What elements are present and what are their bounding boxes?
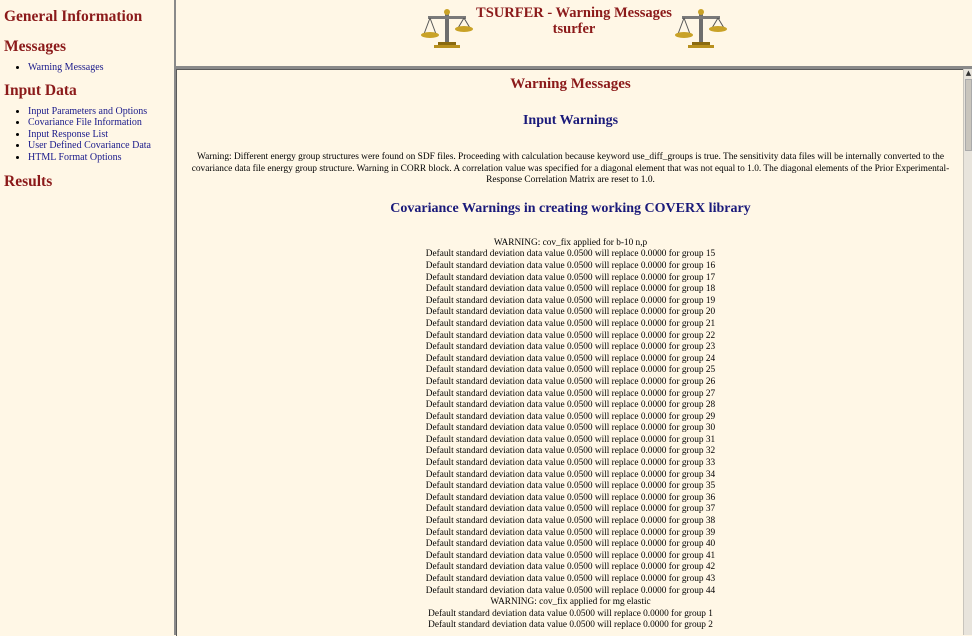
warning-line: Default standard deviation data value 0.…: [425, 342, 716, 353]
warning-line: Default standard deviation data value 0.…: [425, 400, 716, 411]
warning-line: Default standard deviation data value 0.…: [425, 318, 716, 329]
input-data-list: Input Parameters and Options Covariance …: [0, 106, 174, 164]
warning-line: Default standard deviation data value 0.…: [425, 353, 716, 364]
covariance-file-link[interactable]: Covariance File Information: [28, 117, 142, 128]
list-item: Input Parameters and Options: [28, 106, 174, 118]
header-subtitle: tsurfer: [552, 20, 596, 37]
input-warning-text: Warning: Different energy group structur…: [191, 152, 950, 186]
scroll-up-arrow-icon[interactable]: ▲: [964, 69, 972, 78]
warning-line: Default standard deviation data value 0.…: [425, 527, 716, 538]
messages-list: Warning Messages: [0, 62, 174, 74]
warning-line: Default standard deviation data value 0.…: [425, 365, 716, 376]
warning-line: Default standard deviation data value 0.…: [425, 307, 716, 318]
warning-line: Default standard deviation data value 0.…: [425, 249, 716, 260]
input-data-heading: Input Data: [4, 81, 77, 99]
warning-line: Default standard deviation data value 0.…: [425, 574, 716, 584]
warning-line: Default standard deviation data value 0.…: [425, 516, 716, 527]
input-warnings-title: Input Warnings: [522, 113, 619, 128]
scales-of-justice-icon: [675, 9, 727, 48]
warning-line: Default standard deviation data value 0.…: [425, 481, 716, 492]
list-item: Input Response List: [28, 129, 174, 141]
warning-line: Default standard deviation data value 0.…: [425, 295, 716, 306]
scrollbar-thumb[interactable]: [965, 79, 972, 151]
page-title: Warning Messages: [510, 76, 631, 92]
warning-line: Default standard deviation data value 0.…: [425, 446, 716, 457]
warning-line: Default standard deviation data value 0.…: [425, 458, 716, 469]
list-item: Covariance File Information: [28, 117, 174, 129]
warning-line: Default standard deviation data value 0.…: [425, 260, 716, 271]
list-item: HTML Format Options: [28, 152, 174, 164]
input-parameters-link[interactable]: Input Parameters and Options: [28, 106, 147, 117]
warning-line: Default standard deviation data value 0.…: [425, 272, 716, 283]
header-title: TSURFER - Warning Messages: [476, 5, 672, 21]
header-frame: TSURFER - Warning Messages tsurfer: [176, 0, 972, 69]
page-header: TSURFER - Warning Messages tsurfer: [176, 5, 972, 37]
warning-line: Default standard deviation data value 0.…: [425, 388, 716, 399]
warning-line: Default standard deviation data value 0.…: [425, 504, 716, 515]
warning-line: Default standard deviation data value 0.…: [428, 620, 713, 631]
results-heading[interactable]: Results: [4, 173, 174, 191]
warning-line: Default standard deviation data value 0.…: [425, 411, 716, 422]
list-item: Warning Messages: [28, 62, 174, 74]
warning-line: Default standard deviation data value 0.…: [425, 550, 716, 561]
warning-line: Default standard deviation data value 0.…: [425, 434, 716, 445]
warning-line: Default standard deviation data value 0.…: [428, 608, 713, 619]
warning-line: Default standard deviation data value 0.…: [425, 284, 716, 295]
warning-messages-link[interactable]: Warning Messages: [28, 62, 104, 73]
input-response-list-link[interactable]: Input Response List: [28, 129, 108, 140]
list-item: User Defined Covariance Data: [28, 140, 174, 152]
main-content: Warning Messages Input Warnings Warning:…: [176, 69, 964, 636]
messages-heading: Messages: [4, 38, 66, 55]
vertical-scrollbar[interactable]: ▲: [963, 69, 972, 635]
warning-line: WARNING: cov_fix applied for b-10 n,p: [493, 237, 648, 248]
warning-line: Default standard deviation data value 0.…: [425, 469, 716, 480]
covariance-warnings-title: Covariance Warnings in creating working …: [390, 200, 751, 216]
warning-line: Default standard deviation data value 0.…: [425, 423, 716, 434]
covariance-warning-list: WARNING: cov_fix applied for b-10 n,p Def…: [177, 238, 964, 632]
general-information-heading[interactable]: General Information: [4, 8, 174, 26]
html-format-options-link[interactable]: HTML Format Options: [28, 152, 122, 163]
warning-line: Default standard deviation data value 0.…: [425, 585, 716, 596]
warning-line: Default standard deviation data value 0.…: [425, 330, 716, 341]
warning-line: Default standard deviation data value 0.…: [425, 562, 716, 573]
warning-line: Default standard deviation data value 0.…: [425, 492, 716, 503]
navigation-sidebar: General Information Messages Warning Mes…: [0, 0, 176, 635]
warning-line: Default standard deviation data value 0.…: [425, 376, 716, 387]
warning-line: WARNING: cov_fix applied for mg elastic: [490, 597, 651, 608]
warning-line: Default standard deviation data value 0.…: [425, 539, 716, 550]
user-defined-covariance-link[interactable]: User Defined Covariance Data: [28, 140, 151, 151]
